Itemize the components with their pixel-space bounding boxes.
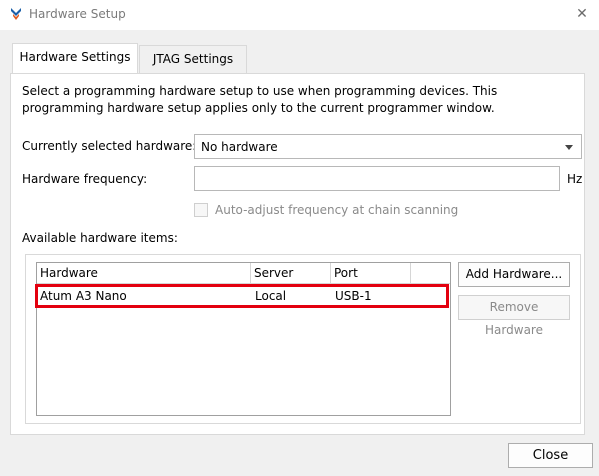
close-icon: ✕ (576, 6, 588, 22)
current-hardware-value: No hardware (201, 140, 278, 154)
hardware-settings-panel: Select a programming hardware setup to u… (10, 73, 585, 435)
tab-label: Hardware Settings (19, 50, 131, 64)
column-header-port[interactable]: Port (331, 263, 411, 284)
remove-hardware-button[interactable]: Remove Hardware (458, 295, 570, 337)
window-title: Hardware Setup (29, 7, 126, 21)
add-hardware-button[interactable]: Add Hardware... (458, 262, 570, 287)
row-highlight-box (35, 284, 449, 308)
column-header-empty (411, 263, 450, 284)
current-hardware-label: Currently selected hardware: (22, 139, 197, 153)
available-items-group: Hardware Server Port Atum A3 Nano Local … (25, 254, 581, 424)
chevron-down-icon (565, 145, 573, 150)
tab-label: JTAG Settings (152, 52, 234, 66)
column-header-hardware[interactable]: Hardware (37, 263, 251, 284)
title-bar: Hardware Setup ✕ (0, 0, 599, 30)
auto-adjust-checkbox[interactable] (194, 203, 208, 217)
current-hardware-select[interactable]: No hardware (194, 134, 582, 159)
app-logo-icon (11, 8, 21, 20)
tab-jtag-settings[interactable]: JTAG Settings (139, 45, 247, 73)
frequency-unit-label: Hz (567, 172, 583, 186)
table-header: Hardware Server Port (37, 263, 450, 284)
tab-hardware-settings[interactable]: Hardware Settings (12, 43, 138, 73)
available-items-label: Available hardware items: (22, 231, 178, 245)
hardware-frequency-label: Hardware frequency: (22, 172, 148, 186)
hardware-table[interactable]: Hardware Server Port Atum A3 Nano Local … (35, 262, 451, 416)
close-button[interactable]: Close (508, 443, 593, 468)
auto-adjust-label: Auto-adjust frequency at chain scanning (215, 203, 459, 217)
window-close-button[interactable]: ✕ (565, 0, 599, 30)
column-header-server[interactable]: Server (251, 263, 331, 284)
description-text: Select a programming hardware setup to u… (22, 84, 498, 115)
hardware-frequency-input[interactable] (194, 166, 560, 191)
